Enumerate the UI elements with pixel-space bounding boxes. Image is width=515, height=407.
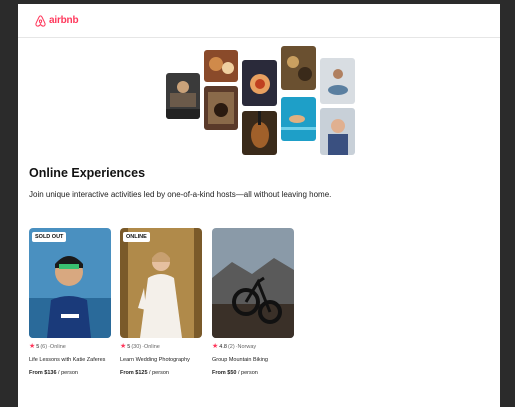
- star-icon: ★: [29, 343, 36, 350]
- card-price: From $136 / person: [29, 370, 111, 376]
- window-frame-left: [0, 0, 18, 407]
- card-price: From $125 / person: [120, 370, 202, 376]
- price-suffix: / person: [147, 370, 169, 376]
- card-photo[interactable]: ONLINE: [120, 228, 202, 338]
- airbnb-belo-icon: [35, 14, 46, 27]
- review-count: (30): [131, 343, 142, 350]
- price-amount: $125: [135, 370, 148, 376]
- collage-photo-swimming: [281, 97, 316, 141]
- price-prefix: From: [29, 370, 45, 376]
- collage-photo-child: [320, 108, 355, 155]
- price-suffix: / person: [56, 370, 78, 376]
- star-icon: ★: [120, 343, 127, 350]
- online-badge: ONLINE: [123, 232, 150, 242]
- card-price: From $50 / person: [212, 370, 294, 376]
- card-title[interactable]: Learn Wedding Photography: [120, 356, 202, 364]
- collage-photo-yoga: [320, 58, 355, 104]
- experience-card[interactable]: ONLINE ★ 5 (30) ·Online Learn Wedding Ph…: [120, 228, 202, 376]
- collage-photo-violin: [242, 111, 277, 155]
- rating-score: 5: [36, 343, 40, 350]
- card-location: ·Online: [48, 343, 66, 350]
- price-suffix: / person: [236, 370, 258, 376]
- rating-score: 4.8: [219, 343, 227, 350]
- page-subtitle: Join unique interactive activities led b…: [29, 190, 332, 199]
- card-photo[interactable]: [212, 228, 294, 338]
- review-count: (2): [227, 343, 235, 350]
- card-photo[interactable]: SOLD OUT: [29, 228, 111, 338]
- window-frame-right: [500, 0, 515, 407]
- airbnb-logo[interactable]: airbnb: [35, 14, 79, 27]
- star-icon: ★: [212, 343, 219, 350]
- price-amount: $136: [44, 370, 57, 376]
- page-title: Online Experiences: [29, 166, 146, 180]
- sold-out-badge: SOLD OUT: [32, 232, 67, 242]
- collage-photo-coffee: [281, 46, 316, 90]
- price-prefix: From: [212, 370, 228, 376]
- hero-collage: [18, 38, 500, 164]
- review-count: (6): [40, 343, 48, 350]
- price-prefix: From: [120, 370, 136, 376]
- card-title[interactable]: Life Lessons with Katie Zaferes: [29, 356, 111, 364]
- card-location: ·Online: [142, 343, 160, 350]
- collage-photo-food: [204, 50, 238, 82]
- card-location: ·Norway: [235, 343, 257, 350]
- card-rating: ★ 5 (30) ·Online: [120, 343, 202, 350]
- logo-text: airbnb: [49, 15, 79, 26]
- experience-card[interactable]: SOLD OUT ★ 5 (6) ·Online Life Lessons wi…: [29, 228, 111, 376]
- page: airbnb Online Experiences Join unique in…: [18, 4, 500, 407]
- collage-photo-dinner: [242, 60, 277, 106]
- collage-photo-guitar: [204, 86, 238, 130]
- collage-photo-cooking: [166, 73, 200, 119]
- card-rating: ★ 5 (6) ·Online: [29, 343, 111, 350]
- card-rating: ★ 4.8 (2) ·Norway: [212, 343, 294, 350]
- experience-card[interactable]: ★ 4.8 (2) ·Norway Group Mountain Biking …: [212, 228, 294, 376]
- header: airbnb: [18, 4, 500, 38]
- card-title[interactable]: Group Mountain Biking: [212, 356, 294, 364]
- rating-score: 5: [127, 343, 131, 350]
